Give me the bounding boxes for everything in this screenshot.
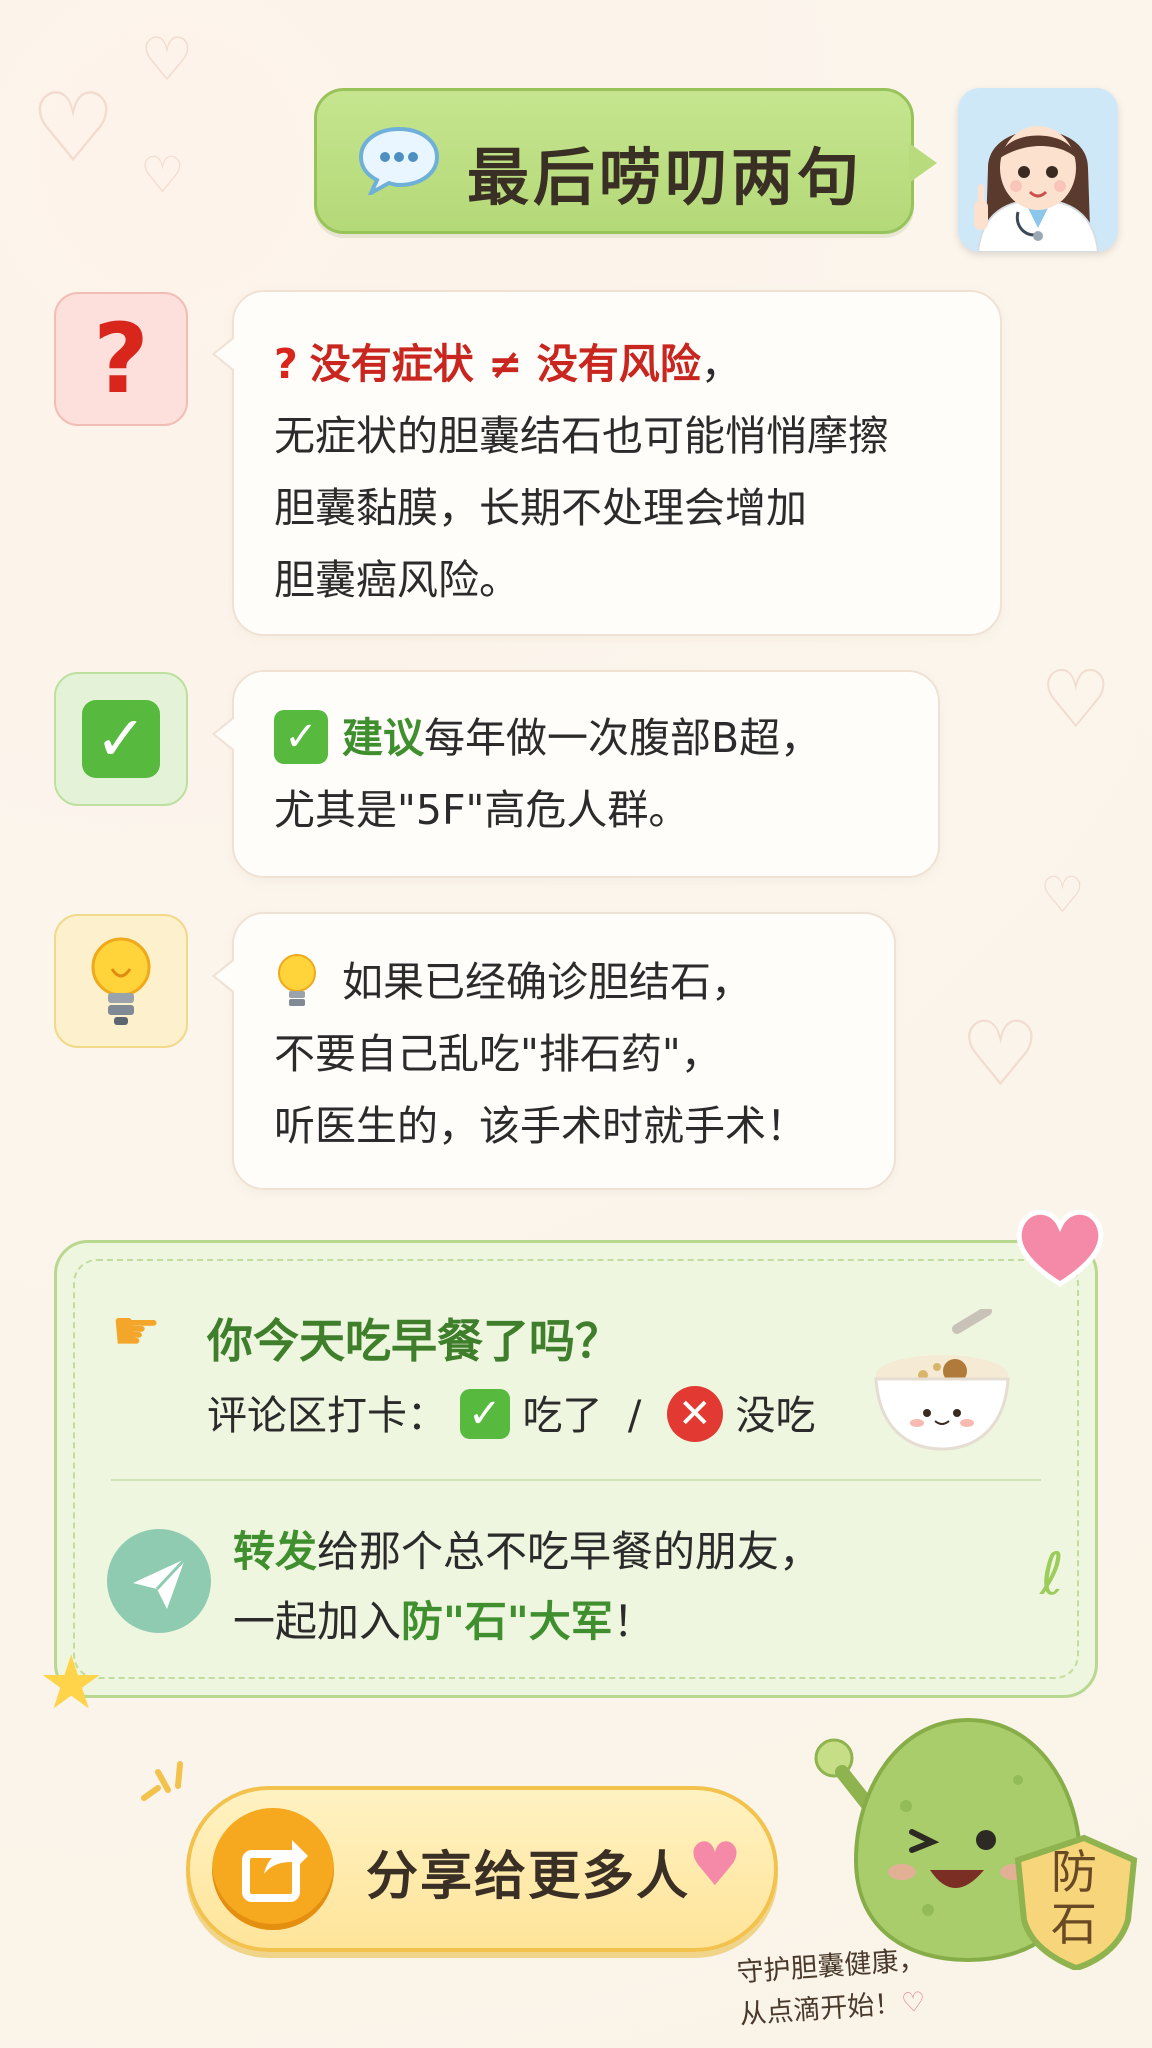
message-line: 每年做一次腹部B超， [424,714,822,762]
engagement-card: ☛ 你今天吃早餐了吗？ 评论区打卡： ✓ 吃了 / ✕ 没吃 转发给那个总不吃早… [54,1240,1098,1698]
light-bulb-icon [278,954,316,1006]
page-title: 最后唠叨两句 [467,141,864,214]
background-heart-icon: ♡ [140,25,194,95]
cross-mark-icon[interactable]: ✕ [666,1386,723,1442]
forward-highlight: 转发 [233,1527,318,1576]
message-line-text: 如果已经确诊胆结石， [342,958,752,1006]
check-mark-icon: ✓ [274,710,328,764]
checkin-row: 评论区打卡： ✓ 吃了 / ✕ 没吃 [207,1383,816,1446]
message-line: 胆囊癌风险。 [274,556,520,604]
bulb-icon-box [54,914,188,1048]
card-divider [111,1479,1041,1481]
star-icon: ★ [38,1640,105,1726]
message-line: 听医生的，该手术时就手术！ [274,1102,807,1150]
option-separator: / [627,1393,642,1439]
message-bubble-treatment: 如果已经确诊胆结石， 不要自己乱吃"排石药"， 听医生的，该手术时就手术！ [212,912,896,1190]
message-bubble-risk: ? 没有症状 ≠ 没有风险， 无症状的胆囊结石也可能悄悄摩擦 胆囊黏膜，长期不处理… [212,290,1002,636]
swirl-icon: ℓ [1040,1540,1064,1608]
background-heart-icon: ♡ [30,72,117,184]
background-heart-icon: ♡ [1040,866,1085,924]
sparkle-lines-icon [134,1758,194,1828]
option-no[interactable]: 没吃 [736,1393,816,1439]
check-mark-icon: ✓ [82,700,160,778]
checkin-label: 评论区打卡： [207,1393,447,1439]
question-mark-icon: ? [93,303,149,415]
message-line: 无症状的胆囊结石也可能悄悄摩擦 [274,412,889,460]
forward-line-2: 一起加入防"石"大军！ [233,1587,821,1657]
share-button[interactable]: 分享给更多人 ♥ [186,1786,778,1952]
gallstone-mascot: 防石 [808,1710,1142,1972]
check-mark-icon[interactable]: ✓ [459,1389,510,1439]
shield-text: 防石 [1051,1845,1097,1951]
porridge-bowl-icon [874,1309,1010,1451]
slogan: 守护胆囊健康， 从点滴开始！♡ [735,1940,929,2037]
message-line: 如果已经确诊胆结石， [274,946,752,1018]
message-headline: ✓ 建议每年做一次腹部B超， [274,702,821,774]
headline-risk: 没有症状 ≠ 没有风险 [309,340,701,388]
headline-punct: ， [700,340,742,388]
check-icon-box: ✓ [54,672,188,806]
join-prefix: 一起加入 [233,1597,402,1646]
option-yes[interactable]: 吃了 [522,1393,602,1439]
message-line: 不要自己乱吃"排石药"， [274,1030,722,1078]
chat-bubble-icon [358,126,440,195]
send-icon[interactable] [107,1529,211,1633]
background-heart-icon: ♡ [1040,653,1112,746]
share-label: 分享给更多人 [366,1847,691,1907]
share-icon [212,1808,334,1930]
message-headline: ? 没有症状 ≠ 没有风险， [274,328,742,400]
forward-line-1: 转发给那个总不吃早餐的朋友， [233,1517,821,1587]
light-bulb-icon [91,937,151,1025]
forward-text: 转发给那个总不吃早餐的朋友， 一起加入防"石"大军！ [233,1517,821,1657]
small-heart-icon: ♡ [900,1986,927,2020]
breakfast-question: 你今天吃早餐了吗？ [207,1314,621,1368]
doctor-avatar [958,88,1118,252]
message-line: 胆囊黏膜，长期不处理会增加 [274,484,807,532]
slogan-line-2-text: 从点滴开始！ [738,1988,903,2031]
background-heart-icon: ♡ [960,1002,1041,1107]
pink-heart-icon: ♥ [688,1830,742,1900]
forward-rest: 给那个总不吃早餐的朋友， [317,1527,822,1576]
background-heart-icon: ♡ [140,146,185,204]
title-banner: 最后唠叨两句 [314,88,937,234]
join-highlight: 防"石"大军 [401,1597,613,1646]
pointing-hand-icon: ☛ [111,1299,162,1364]
headline-advice: 建议 [342,714,424,762]
pink-heart-icon [1012,1204,1108,1290]
question-mark-icon: ? [274,340,298,388]
join-suffix: ！ [612,1597,655,1646]
message-bubble-advice: ✓ 建议每年做一次腹部B超， 尤其是"5F"高危人群。 [212,670,940,878]
question-icon-box: ? [54,292,188,426]
message-line: 尤其是"5F"高危人群。 [274,786,690,834]
